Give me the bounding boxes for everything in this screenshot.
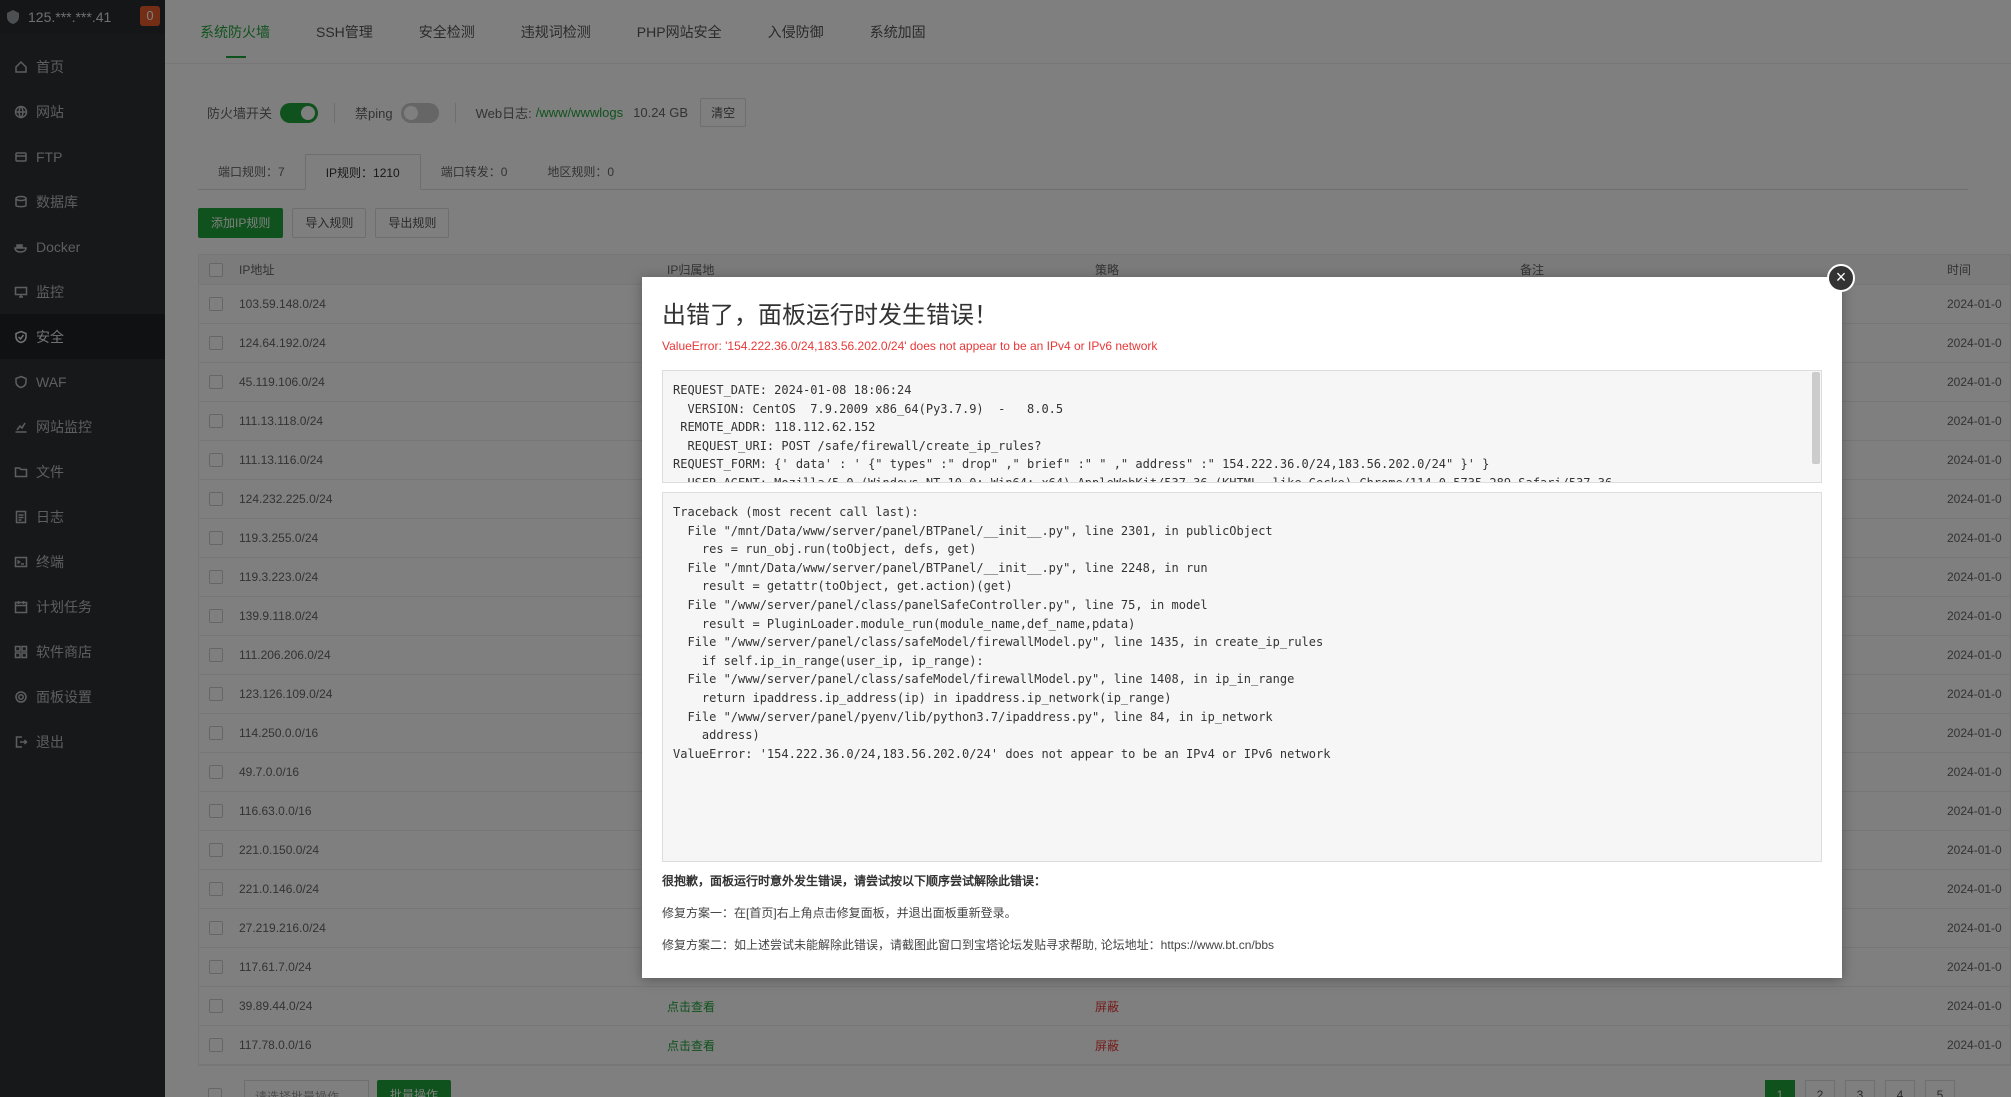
error-dialog: × 出错了，面板运行时发生错误！ ValueError: '154.222.36…: [642, 264, 1855, 978]
dialog-title: 出错了，面板运行时发生错误！: [662, 302, 998, 329]
traceback[interactable]: Traceback (most recent call last): File …: [662, 492, 1822, 862]
hint-title: 很抱歉，面板运行时意外发生错误，请尝试按以下顺序尝试解除此错误：: [662, 874, 1047, 888]
request-scrollbar[interactable]: [1812, 372, 1820, 464]
fix-option-one: 修复方案一：在[首页]右上角点击修复面板，并退出面板重新登录。: [662, 906, 1017, 920]
error-message: ValueError: '154.222.36.0/24,183.56.202.…: [662, 339, 1158, 353]
fix-option-two: 修复方案二：如上述尝试未能解除此错误，请截图此窗口到宝塔论坛发贴寻求帮助, 论坛…: [662, 938, 1275, 952]
request-info[interactable]: REQUEST_DATE: 2024-01-08 18:06:24 VERSIO…: [662, 370, 1822, 483]
close-icon[interactable]: ×: [1827, 264, 1855, 292]
